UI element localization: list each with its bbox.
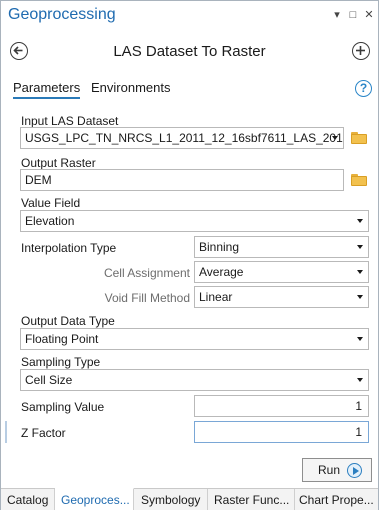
browse-folder-icon[interactable] [351, 174, 367, 186]
add-button[interactable] [352, 42, 370, 60]
void-fill-dropdown[interactable]: Linear [194, 286, 369, 308]
help-icon[interactable]: ? [355, 80, 372, 97]
run-button[interactable]: Run [302, 458, 372, 482]
pane-title-bar: Geoprocessing ▾ □ ✕ [1, 1, 378, 31]
interpolation-type-label: Interpolation Type [21, 241, 117, 255]
z-factor-input[interactable]: 1 [194, 421, 369, 443]
dock-tab-strip: Catalog Geoproces... Symbology Raster Fu… [1, 488, 378, 510]
chevron-down-icon [357, 270, 363, 274]
run-play-icon [347, 463, 362, 478]
tab-environments[interactable]: Environments [91, 80, 170, 95]
sampling-value-input[interactable]: 1 [194, 395, 369, 417]
input-las-value: USGS_LPC_TN_NRCS_L1_2011_12_16sbf7611_LA… [25, 131, 344, 145]
dock-tab-chart-properties[interactable]: Chart Prope... [295, 489, 378, 510]
output-raster-input[interactable]: DEM [20, 169, 344, 191]
output-data-type-dropdown[interactable]: Floating Point [20, 328, 369, 350]
sampling-type-dropdown[interactable]: Cell Size [20, 369, 369, 391]
pane-maximize-icon[interactable]: □ [346, 8, 360, 22]
chevron-down-icon [357, 245, 363, 249]
value-field-label: Value Field [21, 196, 81, 210]
value-field-value: Elevation [25, 214, 75, 228]
sampling-type-value: Cell Size [25, 373, 73, 387]
interpolation-type-value: Binning [199, 240, 240, 254]
pane-close-icon[interactable]: ✕ [362, 8, 376, 22]
chevron-down-icon [357, 219, 363, 223]
void-fill-label: Void Fill Method [104, 291, 190, 305]
sampling-value-value: 1 [355, 399, 362, 413]
sampling-type-label: Sampling Type [21, 355, 101, 369]
cell-assignment-value: Average [199, 265, 244, 279]
browse-folder-icon[interactable] [351, 132, 367, 144]
tab-parameters[interactable]: Parameters [13, 80, 81, 99]
plus-icon [356, 46, 365, 55]
chevron-down-icon [332, 136, 338, 140]
value-field-dropdown[interactable]: Elevation [20, 210, 369, 232]
dock-tab-catalog[interactable]: Catalog [1, 489, 55, 510]
tool-title: LAS Dataset To Raster [113, 43, 266, 60]
output-raster-label: Output Raster [21, 156, 96, 170]
input-las-dropdown[interactable]: USGS_LPC_TN_NRCS_L1_2011_12_16sbf7611_LA… [20, 127, 344, 149]
output-data-type-label: Output Data Type [21, 314, 115, 328]
dock-tab-geoprocessing[interactable]: Geoproces... [55, 488, 134, 510]
void-fill-value: Linear [199, 290, 233, 304]
dock-tab-symbology[interactable]: Symbology [134, 489, 208, 510]
z-factor-label: Z Factor [21, 426, 66, 440]
pane-menu-icon[interactable]: ▾ [330, 8, 344, 22]
geoprocessing-pane: Geoprocessing ▾ □ ✕ LAS Dataset To Raste… [0, 0, 379, 510]
output-raster-value: DEM [25, 173, 52, 187]
cell-assignment-dropdown[interactable]: Average [194, 261, 369, 283]
z-factor-value: 1 [355, 425, 362, 439]
chevron-down-icon [357, 378, 363, 382]
chevron-down-icon [357, 295, 363, 299]
cell-assignment-label: Cell Assignment [103, 266, 190, 280]
chevron-down-icon [357, 337, 363, 341]
sampling-value-label: Sampling Value [21, 400, 105, 414]
interpolation-type-dropdown[interactable]: Binning [194, 236, 369, 258]
dock-tab-raster-functions[interactable]: Raster Func... [208, 489, 295, 510]
run-label: Run [318, 463, 341, 477]
output-data-type-value: Floating Point [25, 332, 99, 346]
input-las-label: Input LAS Dataset [21, 114, 119, 128]
pane-title: Geoprocessing [8, 6, 116, 23]
active-row-indicator [5, 421, 7, 443]
